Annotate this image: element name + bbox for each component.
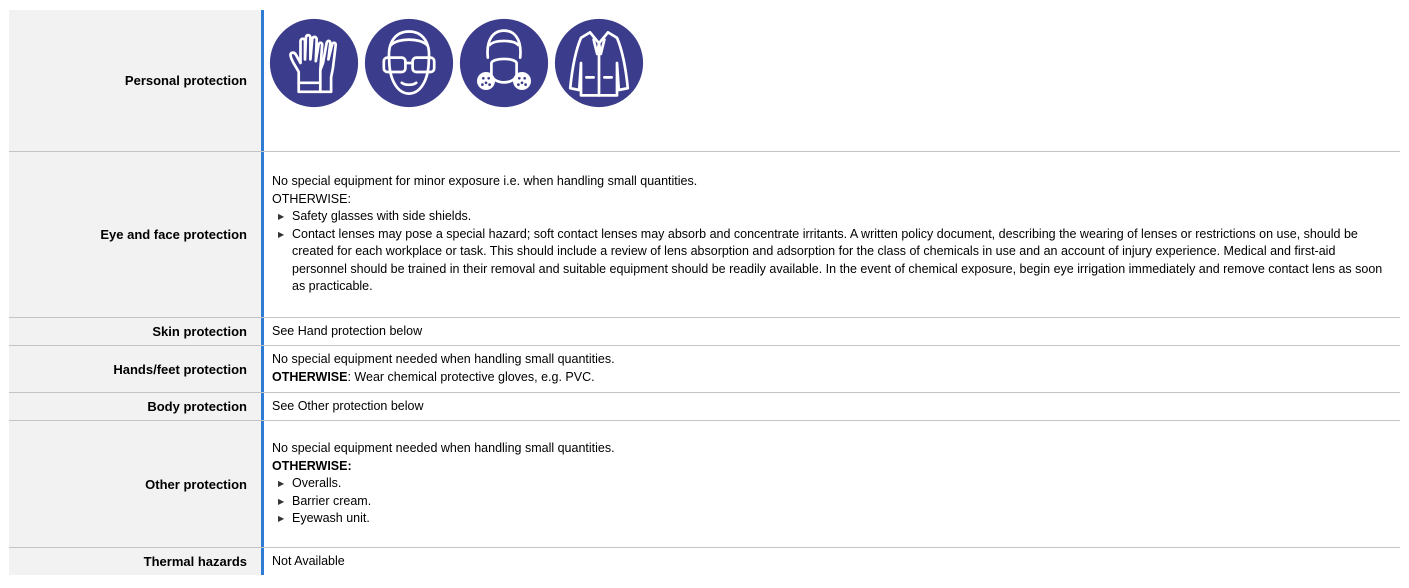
hands-feet-protection-label: Hands/feet protection (9, 346, 261, 392)
bullet-arrow-icon: ▶ (278, 496, 285, 506)
body-protection-row: Body protection See Other protection bel… (9, 393, 1400, 421)
personal-protection-row: Personal protection (9, 10, 1400, 152)
lab-coat-icon (554, 18, 644, 108)
eye-otherwise-text: OTHERWISE: (272, 191, 351, 206)
bullet-arrow-icon: ▶ (278, 229, 285, 239)
list-item: ▶ Eyewash unit. (276, 510, 1390, 528)
hands-line-1: No special equipment needed when handlin… (272, 352, 615, 367)
respirator-icon (459, 18, 549, 108)
eye-intro-text: No special equipment for minor exposure … (272, 173, 698, 188)
thermal-hazards-value: Not Available (261, 548, 1400, 575)
eye-face-protection-label: Eye and face protection (9, 152, 261, 317)
personal-protection-label: Personal protection (9, 10, 261, 151)
gloves-icon (269, 18, 359, 108)
bullet-arrow-icon: ▶ (278, 212, 285, 222)
list-item: ▶ Overalls. (276, 475, 1390, 493)
other-line-1: No special equipment needed when handlin… (272, 441, 615, 456)
hands-feet-protection-row: Hands/feet protection No special equipme… (9, 346, 1400, 393)
thermal-hazards-row: Thermal hazards Not Available (9, 548, 1400, 575)
hands-feet-protection-value: No special equipment needed when handlin… (261, 346, 1400, 392)
other-bullet-list: ▶ Overalls. ▶ Barrier cream. ▶ Eyewash unit… (272, 475, 1390, 528)
bullet-arrow-icon: ▶ (278, 479, 285, 489)
ppe-table: Personal protection Eye and face protect… (9, 10, 1400, 575)
hands-line-2-rest: : Wear chemical protective gloves, e.g. … (347, 370, 595, 384)
eye-face-protection-value: No special equipment for minor exposure … (261, 152, 1400, 317)
body-protection-label: Body protection (9, 393, 261, 420)
eye-face-protection-row: Eye and face protection No special equip… (9, 152, 1400, 318)
other-protection-value: No special equipment needed when handlin… (261, 421, 1400, 547)
eye-bullet-list: ▶ Safety glasses with side shields. ▶ Cont… (272, 208, 1390, 296)
skin-protection-label: Skin protection (9, 318, 261, 345)
safety-glasses-icon (364, 18, 454, 108)
body-protection-value: See Other protection below (261, 393, 1400, 420)
hands-line-2: OTHERWISE: Wear chemical protective glov… (272, 369, 1390, 387)
hands-otherwise-text: OTHERWISE (272, 370, 348, 384)
other-protection-label: Other protection (9, 421, 261, 547)
other-protection-row: Other protection No special equipment ne… (9, 421, 1400, 548)
thermal-hazards-label: Thermal hazards (9, 548, 261, 575)
ppe-icons (261, 10, 1400, 151)
list-item: ▶ Contact lenses may pose a special hazar… (278, 226, 1383, 294)
skin-protection-value: See Hand protection below (261, 318, 1400, 345)
list-item: ▶ Barrier cream. (276, 493, 1390, 511)
skin-protection-row: Skin protection See Hand protection belo… (9, 318, 1400, 346)
bullet-arrow-icon: ▶ (278, 514, 285, 524)
list-item: ▶ Safety glasses with side shields. (276, 208, 1390, 226)
other-otherwise-text: OTHERWISE: (272, 458, 352, 473)
